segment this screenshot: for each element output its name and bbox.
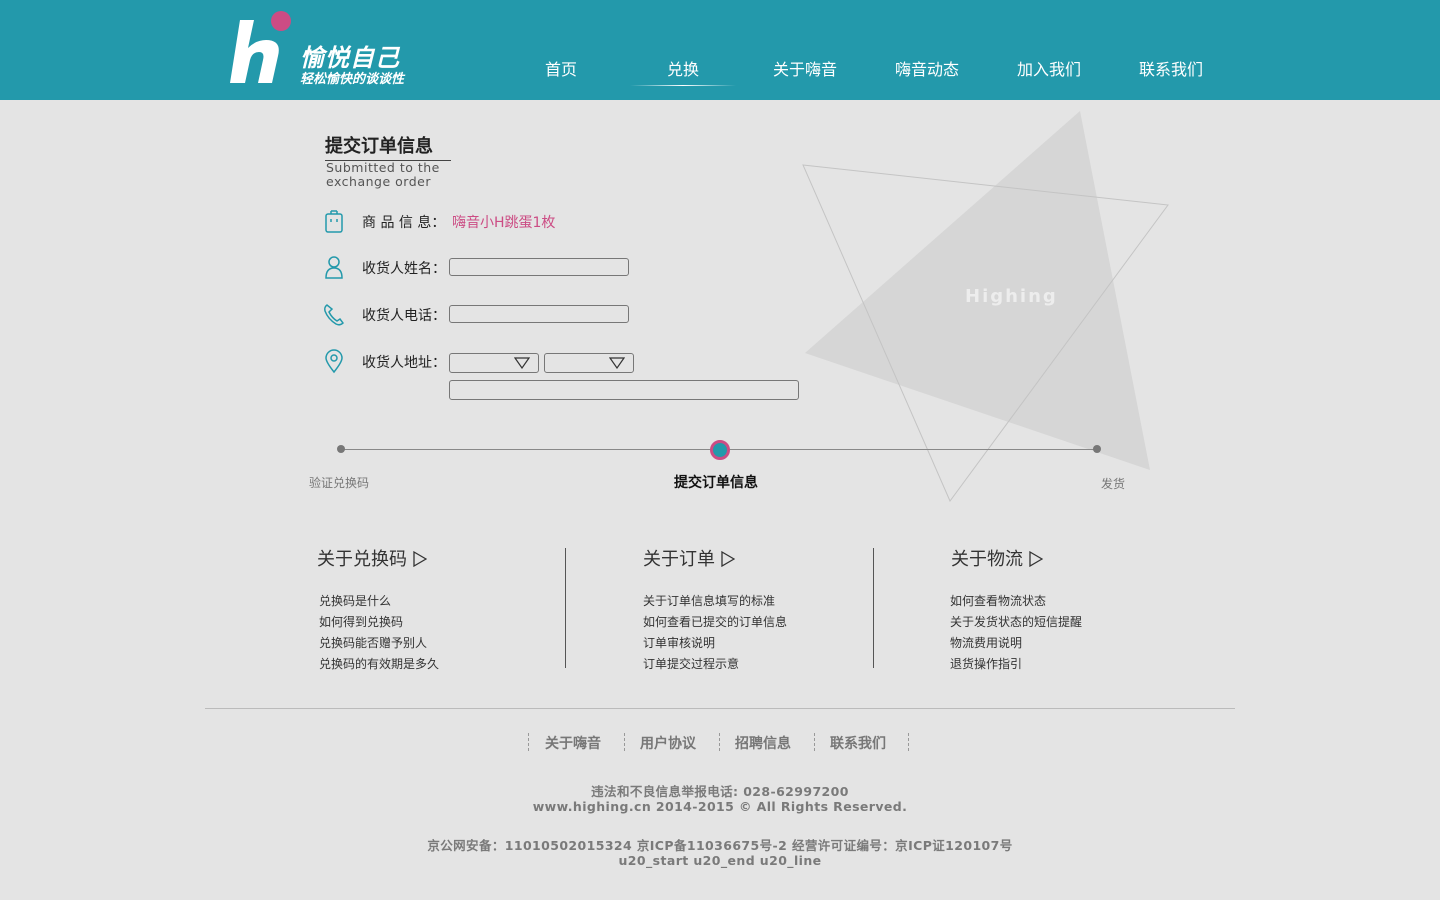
step-ship-label: 发货: [1101, 477, 1126, 491]
footer-extra: u20_start u20_end u20_line: [618, 853, 822, 868]
help-link[interactable]: 兑换码能否赠予别人: [319, 634, 427, 651]
step-verify-label: 验证兑换码: [309, 476, 370, 490]
phone-label: 收货人电话：: [362, 308, 446, 324]
help-title-logistics[interactable]: 关于物流: [951, 545, 1044, 571]
help-title-logistics-text: 关于物流: [951, 549, 1023, 570]
top-header: 愉悦自己 轻松愉快的谈谈性 首页 兑换 关于嗨音 嗨音动态 加入我们 联系我们: [0, 0, 1440, 100]
footer-separator: [719, 733, 720, 751]
help-title-code[interactable]: 关于兑换码: [317, 545, 428, 571]
chevron-down-icon: [514, 357, 530, 369]
help-link[interactable]: 兑换码的有效期是多久: [319, 655, 439, 672]
footer-link-about[interactable]: 关于嗨音: [545, 733, 601, 753]
play-arrow-icon: [721, 550, 736, 568]
phone-input[interactable]: [449, 305, 629, 323]
play-arrow-icon: [1029, 550, 1044, 568]
nav-join[interactable]: 加入我们: [988, 58, 1110, 82]
step-dot-current: [710, 440, 730, 460]
phone-icon: [324, 304, 344, 326]
help-link[interactable]: 订单提交过程示意: [643, 655, 739, 672]
user-icon: [325, 256, 343, 279]
location-pin-icon: [325, 349, 343, 374]
nav-exchange[interactable]: 兑换: [622, 58, 744, 86]
footer-divider: [205, 708, 1235, 709]
nav-about[interactable]: 关于嗨音: [744, 58, 866, 82]
footer-separator: [624, 733, 625, 751]
step-dot-verify: [337, 445, 345, 453]
help-link[interactable]: 如何得到兑换码: [319, 613, 403, 630]
column-divider: [565, 548, 566, 668]
brand-subtitle: 轻松愉快的谈谈性: [300, 72, 405, 87]
province-select[interactable]: [449, 353, 539, 373]
footer-link-contact[interactable]: 联系我们: [830, 733, 886, 753]
bag-icon: [325, 210, 343, 233]
help-link[interactable]: 订单审核说明: [643, 634, 715, 651]
footer-report-phone: 违法和不良信息举报电话: 028-62997200: [591, 784, 849, 799]
help-link[interactable]: 如何查看已提交的订单信息: [643, 613, 787, 630]
name-label: 收货人姓名：: [362, 261, 446, 277]
section-subtitle: Submitted to the exchange order: [326, 160, 440, 189]
nav-news[interactable]: 嗨音动态: [866, 58, 988, 82]
watermark-text: Highing: [965, 286, 1058, 307]
nav-home[interactable]: 首页: [500, 58, 622, 82]
footer-link-terms[interactable]: 用户协议: [640, 733, 696, 753]
footer-link-jobs[interactable]: 招聘信息: [735, 733, 791, 753]
chevron-down-icon: [609, 357, 625, 369]
help-link[interactable]: 物流费用说明: [950, 634, 1022, 651]
logo-h-icon: [230, 11, 291, 83]
footer-separator: [528, 733, 529, 751]
step-dot-ship: [1093, 445, 1101, 453]
nav-contact[interactable]: 联系我们: [1110, 58, 1232, 82]
footer-separator: [814, 733, 815, 751]
section-title: 提交订单信息: [325, 132, 451, 161]
city-select[interactable]: [544, 353, 634, 373]
address-detail-input[interactable]: [449, 380, 799, 400]
footer-icp: 京公网安备：11010502015324 京ICP备11036675号-2 经营…: [427, 838, 1013, 853]
help-title-order-text: 关于订单: [643, 549, 715, 570]
play-arrow-icon: [413, 550, 428, 568]
main-nav: 首页 兑换 关于嗨音 嗨音动态 加入我们 联系我们: [500, 58, 1230, 88]
help-title-code-text: 关于兑换码: [317, 549, 407, 570]
help-link[interactable]: 关于订单信息填写的标准: [643, 592, 775, 609]
product-value: 嗨音小H跳蛋1枚: [452, 215, 556, 231]
footer-copyright: www.highing.cn 2014-2015 © All Rights Re…: [532, 799, 908, 814]
help-link[interactable]: 兑换码是什么: [319, 592, 391, 609]
help-title-order[interactable]: 关于订单: [643, 545, 736, 571]
help-link[interactable]: 退货操作指引: [950, 655, 1022, 672]
name-input[interactable]: [449, 258, 629, 276]
product-label: 商 品 信 息：: [362, 215, 446, 231]
address-label: 收货人地址：: [362, 355, 446, 371]
help-link[interactable]: 如何查看物流状态: [950, 592, 1046, 609]
footer-separator: [908, 733, 909, 751]
step-submit-label: 提交订单信息: [674, 475, 758, 491]
brand-logo[interactable]: 愉悦自己 轻松愉快的谈谈性: [226, 10, 426, 90]
help-link[interactable]: 关于发货状态的短信提醒: [950, 613, 1082, 630]
column-divider: [873, 548, 874, 668]
